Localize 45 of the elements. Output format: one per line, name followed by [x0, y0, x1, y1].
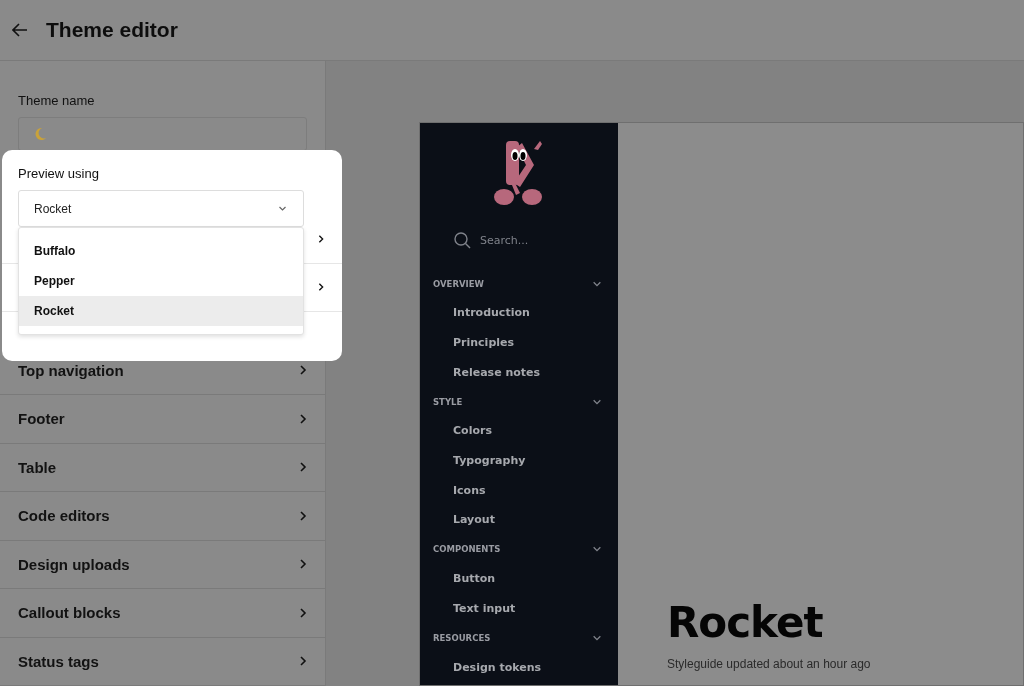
chevron-icon: [297, 655, 309, 668]
nav-item[interactable]: Colors: [420, 416, 618, 446]
nav-item[interactable]: Typography: [420, 445, 618, 476]
search-field[interactable]: Search...: [454, 227, 618, 253]
chevron-icon: [297, 364, 309, 377]
dropdown-option[interactable]: Rocket: [19, 296, 303, 326]
back-arrow-icon[interactable]: [12, 23, 28, 37]
nav-section-header[interactable]: COMPONENTS: [420, 534, 618, 564]
section-row[interactable]: Code editors: [0, 492, 325, 541]
dropdown-option[interactable]: Pepper: [19, 266, 303, 296]
section-row[interactable]: Table: [0, 443, 325, 492]
section-row[interactable]: Callout blocks: [0, 589, 325, 638]
chevron-icon: [297, 606, 309, 619]
nav-item[interactable]: Layout: [420, 505, 618, 535]
field-label: Preview using: [18, 166, 100, 181]
nav-section-header[interactable]: RESOURCES: [420, 623, 618, 653]
chevron-icon: [297, 509, 309, 522]
chevron-icon: [297, 412, 309, 425]
nav-item[interactable]: Principles: [420, 327, 618, 358]
chevron-icon: [297, 558, 309, 571]
preview-subtitle: Styleguide updated about an hour ago: [667, 657, 872, 671]
section-row[interactable]: Status tags: [0, 637, 325, 686]
chevron-icon[interactable]: [316, 233, 326, 244]
preview-heading: Rocket: [667, 598, 824, 647]
caret-icon: [278, 204, 287, 213]
section-row[interactable]: Footer: [0, 395, 325, 444]
section-row[interactable]: Top navigation: [0, 346, 325, 395]
moon-icon: [33, 127, 47, 141]
section-row[interactable]: Design uploads: [0, 540, 325, 589]
preview-select[interactable]: Rocket: [18, 190, 304, 227]
page-title: Theme editor: [46, 18, 178, 42]
nav-item[interactable]: Text input: [420, 593, 618, 624]
nav-item[interactable]: Button: [420, 563, 618, 594]
nav-item[interactable]: Release notes: [420, 357, 618, 388]
dropdown-option[interactable]: Buffalo: [19, 236, 303, 266]
nav-section-header[interactable]: OVERVIEW: [420, 269, 618, 298]
chevron-icon: [297, 461, 309, 474]
nav-section-header[interactable]: STYLE: [420, 387, 618, 417]
search-icon: [454, 231, 471, 249]
nav-item[interactable]: Design tokens: [420, 652, 618, 682]
nav-item[interactable]: Introduction: [420, 298, 618, 328]
chevron-icon[interactable]: [316, 282, 326, 293]
theme-name-field[interactable]: [18, 117, 307, 151]
nav-item[interactable]: Icons: [420, 475, 618, 506]
field-label: Theme name: [18, 93, 96, 108]
